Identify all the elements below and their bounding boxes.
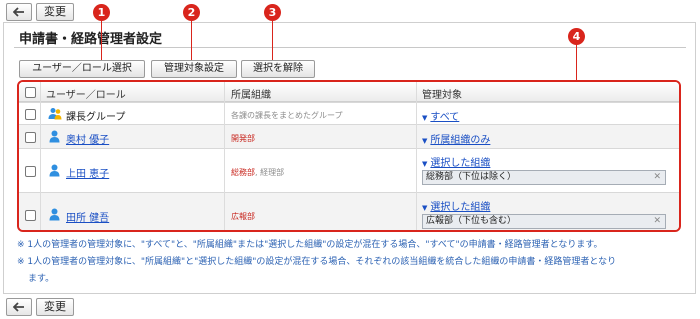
callout-leader bbox=[101, 20, 102, 60]
group-icon bbox=[48, 108, 62, 120]
callout-leader bbox=[272, 20, 273, 60]
change-button[interactable]: 変更 bbox=[36, 3, 74, 21]
row-target: ▼ 選択した組織 bbox=[422, 198, 490, 213]
user-icon bbox=[49, 164, 60, 177]
target-link[interactable]: 所属組織のみ bbox=[430, 135, 490, 146]
target-setting-button[interactable]: 管理対象設定 bbox=[151, 60, 237, 78]
table-header: ユーザー／ロール 所属組織 管理対象 bbox=[19, 82, 679, 102]
row-name-link[interactable]: 上田 恵子 bbox=[66, 165, 109, 180]
row-checkbox[interactable] bbox=[25, 109, 36, 120]
header-org: 所属組織 bbox=[231, 90, 271, 101]
callout-leader bbox=[191, 20, 192, 60]
back-arrow-icon bbox=[13, 7, 24, 17]
callout-marker-4: 4 bbox=[568, 28, 585, 45]
note-2-continued: ます。 bbox=[28, 274, 55, 284]
selected-org-tag: 広報部（下位も含む） ✕ bbox=[422, 214, 666, 229]
row-checkbox[interactable] bbox=[25, 166, 36, 177]
org-primary: 総務部 bbox=[231, 168, 255, 177]
manager-table: ユーザー／ロール 所属組織 管理対象 課長グループ 各課の課長をまとめたグループ… bbox=[17, 80, 681, 232]
back-arrow-icon bbox=[13, 302, 24, 312]
clear-selection-button[interactable]: 選択を解除 bbox=[241, 60, 315, 78]
row-name-link[interactable]: 奥村 優子 bbox=[66, 131, 109, 146]
column-divider bbox=[416, 82, 417, 230]
dropdown-triangle-icon: ▼ bbox=[422, 160, 428, 168]
org-secondary: 経理部 bbox=[260, 168, 285, 177]
title-divider bbox=[14, 47, 686, 48]
table-row: 奥村 優子 開発部 ▼ 所属組織のみ bbox=[19, 124, 679, 148]
select-all-checkbox[interactable] bbox=[25, 87, 36, 98]
dropdown-triangle-icon: ▼ bbox=[422, 114, 428, 122]
selected-org-label: 総務部（下位は除く） bbox=[426, 172, 517, 182]
remove-x-icon[interactable]: ✕ bbox=[653, 215, 661, 228]
callout-marker-2: 2 bbox=[183, 4, 200, 21]
back-button[interactable] bbox=[6, 3, 32, 21]
row-target: ▼ すべて bbox=[422, 108, 459, 123]
row-target: ▼ 所属組織のみ bbox=[422, 131, 490, 146]
callout-marker-1: 1 bbox=[93, 4, 110, 21]
target-link[interactable]: 選択した組織 bbox=[430, 202, 490, 213]
table-row: 田所 健吾 広報部 ▼ 選択した組織 広報部（下位も含む） ✕ bbox=[19, 192, 679, 230]
page-title: 申請書・経路管理者設定 bbox=[19, 32, 163, 47]
callout-leader bbox=[576, 44, 577, 81]
dropdown-triangle-icon: ▼ bbox=[422, 137, 428, 145]
note-1: ※ 1人の管理者の管理対象に、"すべて"と、"所属組織"または"選択した組織"の… bbox=[17, 240, 603, 250]
row-checkbox[interactable] bbox=[25, 210, 36, 221]
top-toolbar: 変更 bbox=[6, 3, 74, 21]
target-link[interactable]: すべて bbox=[430, 112, 459, 123]
header-user-role: ユーザー／ロール bbox=[46, 90, 126, 101]
back-button[interactable] bbox=[6, 298, 32, 316]
column-divider bbox=[224, 82, 225, 230]
remove-x-icon[interactable]: ✕ bbox=[653, 171, 661, 184]
row-name-link[interactable]: 田所 健吾 bbox=[66, 209, 109, 224]
user-icon bbox=[49, 208, 60, 221]
row-org: 広報部 bbox=[231, 212, 255, 221]
row-target: ▼ 選択した組織 bbox=[422, 154, 490, 169]
table-row: 上田 恵子 総務部, 経理部 ▼ 選択した組織 総務部（下位は除く） ✕ bbox=[19, 148, 679, 192]
header-target: 管理対象 bbox=[422, 90, 462, 101]
row-checkbox[interactable] bbox=[25, 132, 36, 143]
dropdown-triangle-icon: ▼ bbox=[422, 204, 428, 212]
user-icon bbox=[49, 130, 60, 143]
selected-org-label: 広報部（下位も含む） bbox=[426, 216, 517, 226]
row-name: 課長グループ bbox=[66, 112, 126, 123]
change-button[interactable]: 変更 bbox=[36, 298, 74, 316]
row-org: 総務部, 経理部 bbox=[231, 168, 285, 177]
callout-marker-3: 3 bbox=[264, 4, 281, 21]
target-link[interactable]: 選択した組織 bbox=[430, 158, 490, 169]
row-org: 開発部 bbox=[231, 134, 255, 143]
row-org: 各課の課長をまとめたグループ bbox=[231, 111, 343, 120]
table-row: 課長グループ 各課の課長をまとめたグループ ▼ すべて bbox=[19, 102, 679, 124]
column-divider bbox=[40, 82, 41, 230]
selected-org-tag: 総務部（下位は除く） ✕ bbox=[422, 170, 666, 185]
user-role-select-button[interactable]: ユーザー／ロール選択 bbox=[19, 60, 145, 78]
bottom-toolbar: 変更 bbox=[6, 298, 74, 316]
note-2: ※ 1人の管理者の管理対象に、"所属組織"と"選択した組織"の設定が混在する場合… bbox=[17, 257, 617, 267]
